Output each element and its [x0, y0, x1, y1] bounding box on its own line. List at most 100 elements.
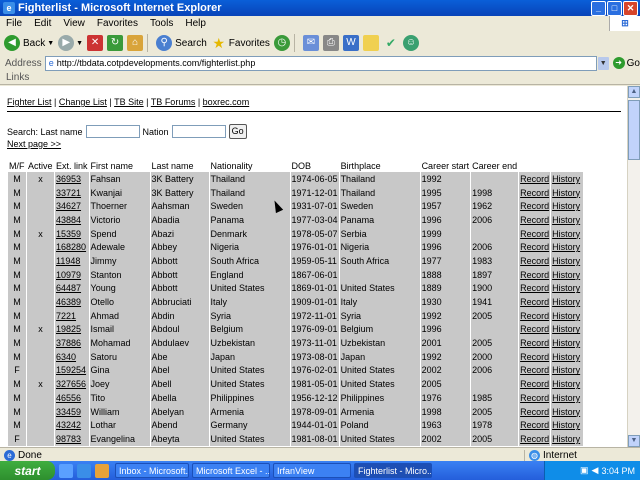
history-link[interactable]: History: [552, 256, 580, 266]
record-link[interactable]: Record: [520, 407, 549, 417]
record-link[interactable]: Record: [520, 379, 549, 389]
record-link[interactable]: Record: [520, 242, 549, 252]
history-link[interactable]: History: [552, 201, 580, 211]
ext-link[interactable]: 46389: [56, 297, 81, 307]
task-excel[interactable]: Microsoft Excel - ...: [192, 463, 270, 478]
nav-fighter-list[interactable]: Fighter List: [7, 97, 52, 107]
start-button[interactable]: start: [0, 461, 55, 480]
chevron-down-icon[interactable]: ▼: [47, 40, 54, 47]
forward-button[interactable]: ▶ ▼: [58, 35, 83, 51]
nav-boxrec[interactable]: boxrec.com: [203, 97, 250, 107]
ie-quicklaunch-icon[interactable]: [77, 463, 91, 478]
record-link[interactable]: Record: [520, 338, 549, 348]
ext-link[interactable]: 10979: [56, 270, 81, 280]
research-button[interactable]: ✔: [383, 35, 399, 51]
history-link[interactable]: History: [552, 379, 580, 389]
history-link[interactable]: History: [552, 338, 580, 348]
history-link[interactable]: History: [552, 311, 580, 321]
back-button[interactable]: ◀ Back ▼: [4, 35, 54, 51]
stop-button[interactable]: ✕: [87, 35, 104, 51]
ext-link[interactable]: 37886: [56, 338, 81, 348]
record-link[interactable]: Record: [520, 311, 549, 321]
media-icon[interactable]: [95, 463, 109, 478]
ext-link[interactable]: 34627: [56, 201, 81, 211]
history-button[interactable]: ◷: [273, 35, 290, 51]
ext-link[interactable]: 64487: [56, 283, 81, 293]
chevron-down-icon[interactable]: ▼: [597, 56, 609, 70]
menu-view[interactable]: View: [57, 18, 91, 29]
scroll-thumb[interactable]: [628, 100, 640, 160]
record-link[interactable]: Record: [520, 365, 549, 375]
ext-link[interactable]: 33721: [56, 188, 81, 198]
ext-link[interactable]: 98783: [56, 434, 81, 444]
desktop-icon[interactable]: [59, 463, 73, 478]
links-bar[interactable]: Links: [0, 71, 640, 85]
history-link[interactable]: History: [552, 352, 580, 362]
volume-icon[interactable]: ◀: [592, 465, 599, 476]
history-link[interactable]: History: [552, 242, 580, 252]
ext-link[interactable]: 43242: [56, 420, 81, 430]
nav-tb-site[interactable]: TB Site: [114, 97, 144, 107]
history-link[interactable]: History: [552, 434, 580, 444]
address-go-button[interactable]: ➜ Go: [612, 57, 640, 69]
menu-favorites[interactable]: Favorites: [91, 18, 144, 29]
scroll-up-icon[interactable]: ▲: [628, 86, 640, 98]
record-link[interactable]: Record: [520, 188, 549, 198]
ext-link[interactable]: 159254: [56, 365, 86, 375]
discuss-button[interactable]: [362, 35, 379, 51]
record-link[interactable]: Record: [520, 283, 549, 293]
record-link[interactable]: Record: [520, 256, 549, 266]
history-link[interactable]: History: [552, 365, 580, 375]
history-link[interactable]: History: [552, 407, 580, 417]
search-button[interactable]: ⚲ Search: [156, 35, 207, 51]
history-link[interactable]: History: [552, 229, 580, 239]
task-inbox[interactable]: Inbox - Microsoft...: [115, 463, 189, 478]
history-link[interactable]: History: [552, 297, 580, 307]
next-page-link[interactable]: Next page >>: [7, 139, 61, 149]
history-link[interactable]: History: [552, 283, 580, 293]
history-link[interactable]: History: [552, 270, 580, 280]
menu-file[interactable]: File: [0, 18, 28, 29]
record-link[interactable]: Record: [520, 420, 549, 430]
minimize-button[interactable]: _: [591, 1, 606, 16]
messenger-button[interactable]: ☺: [402, 35, 419, 51]
ext-link[interactable]: 36953: [56, 174, 81, 184]
home-button[interactable]: ⌂: [127, 35, 144, 51]
ext-link[interactable]: 33459: [56, 407, 81, 417]
print-button[interactable]: ⎙: [322, 35, 339, 51]
ext-link[interactable]: 46556: [56, 393, 81, 403]
record-link[interactable]: Record: [520, 393, 549, 403]
record-link[interactable]: Record: [520, 174, 549, 184]
history-link[interactable]: History: [552, 420, 580, 430]
menu-tools[interactable]: Tools: [144, 18, 179, 29]
refresh-button[interactable]: ↻: [107, 35, 124, 51]
chevron-down-icon[interactable]: ▼: [76, 40, 83, 47]
ext-link[interactable]: 19825: [56, 324, 81, 334]
record-link[interactable]: Record: [520, 434, 549, 444]
record-link[interactable]: Record: [520, 215, 549, 225]
ext-link[interactable]: 43884: [56, 215, 81, 225]
menu-edit[interactable]: Edit: [28, 18, 57, 29]
maximize-button[interactable]: □: [607, 1, 622, 16]
ext-link[interactable]: 327656: [56, 379, 86, 389]
history-link[interactable]: History: [552, 174, 580, 184]
history-link[interactable]: History: [552, 393, 580, 403]
vertical-scrollbar[interactable]: ▲ ▼: [627, 86, 640, 447]
record-link[interactable]: Record: [520, 229, 549, 239]
nation-input[interactable]: [171, 125, 226, 138]
history-link[interactable]: History: [552, 188, 580, 198]
ext-link[interactable]: 7221: [56, 311, 76, 321]
scroll-down-icon[interactable]: ▼: [628, 435, 640, 447]
ext-link[interactable]: 15359: [56, 229, 81, 239]
ext-link[interactable]: 11948: [56, 256, 80, 266]
network-icon[interactable]: ▣: [580, 465, 589, 476]
nav-tb-forums[interactable]: TB Forums: [151, 97, 196, 107]
record-link[interactable]: Record: [520, 297, 549, 307]
close-button[interactable]: ✕: [623, 1, 638, 16]
mail-button[interactable]: ✉: [302, 35, 319, 51]
favorites-button[interactable]: ★ Favorites: [211, 35, 270, 51]
ext-link[interactable]: 6340: [56, 352, 76, 362]
address-field[interactable]: e http://tbdata.cotpdevelopments.com/fig…: [44, 55, 597, 71]
lastname-input[interactable]: [85, 125, 140, 138]
record-link[interactable]: Record: [520, 352, 549, 362]
